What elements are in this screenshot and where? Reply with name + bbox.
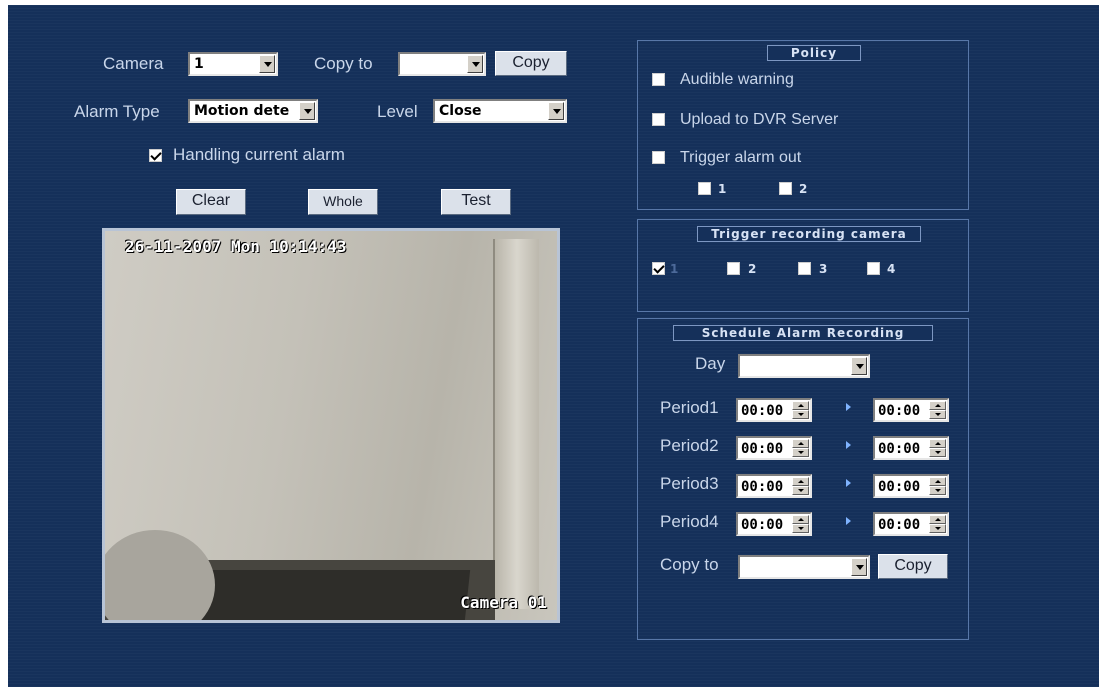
trigger-camera-1-checkbox[interactable]: [652, 262, 665, 275]
period1-label: Period1: [660, 398, 719, 417]
chevron-down-icon[interactable]: [851, 357, 867, 375]
period2-start-stepper[interactable]: 00:00: [736, 436, 812, 460]
period3-start-stepper[interactable]: 00:00: [736, 474, 812, 498]
arrow-right-icon: [846, 441, 851, 449]
trigger-alarm-out-label: Trigger alarm out: [680, 149, 802, 166]
clear-button[interactable]: Clear: [176, 189, 246, 215]
camera-preview[interactable]: 26-11-2007 Mon 10:14:43 Camera 01: [102, 228, 560, 623]
schedule-copy-to-label: Copy to: [660, 555, 719, 574]
alarm-out-1-label: 1: [718, 182, 727, 196]
spin-up-icon[interactable]: [929, 439, 946, 448]
alarm-type-select[interactable]: Motion dete: [188, 99, 318, 123]
schedule-title: Schedule Alarm Recording: [673, 325, 933, 341]
schedule-panel: Schedule Alarm Recording Day Period1 00:…: [637, 318, 969, 640]
schedule-copy-to-select[interactable]: [738, 555, 870, 579]
upload-dvr-checkbox[interactable]: [652, 113, 665, 126]
schedule-copy-button[interactable]: Copy: [878, 554, 948, 579]
audible-warning-label: Audible warning: [680, 71, 794, 88]
spin-up-icon[interactable]: [929, 401, 946, 410]
arrow-right-icon: [846, 479, 851, 487]
trigger-alarm-out-checkbox[interactable]: [652, 151, 665, 164]
alarm-type-label: Alarm Type: [74, 102, 160, 121]
policy-panel: Policy Audible warning Upload to DVR Ser…: [637, 40, 969, 210]
spin-down-icon[interactable]: [792, 448, 809, 457]
period4-end-stepper[interactable]: 00:00: [873, 512, 949, 536]
alarm-out-2-checkbox[interactable]: [779, 182, 792, 195]
preview-camera-name: Camera 01: [460, 593, 547, 612]
spin-up-icon[interactable]: [792, 515, 809, 524]
handling-alarm-label: Handling current alarm: [173, 145, 345, 164]
period2-end-stepper[interactable]: 00:00: [873, 436, 949, 460]
arrow-right-icon: [846, 403, 851, 411]
spin-up-icon[interactable]: [929, 477, 946, 486]
period3-label: Period3: [660, 474, 719, 493]
camera-select[interactable]: 1: [188, 52, 278, 76]
period1-start-stepper[interactable]: 00:00: [736, 398, 812, 422]
spin-up-icon[interactable]: [929, 515, 946, 524]
alarm-out-1-checkbox[interactable]: [698, 182, 711, 195]
trigger-camera-2-label: 2: [748, 262, 757, 276]
preview-foreground: [105, 530, 215, 620]
copy-button[interactable]: Copy: [495, 51, 567, 76]
handling-alarm-checkbox[interactable]: [149, 149, 162, 162]
preview-door-edge: [493, 239, 539, 609]
spin-up-icon[interactable]: [792, 439, 809, 448]
preview-shadow-dark: [173, 570, 471, 620]
copy-to-select[interactable]: [398, 52, 486, 76]
period2-label: Period2: [660, 436, 719, 455]
spin-up-icon[interactable]: [792, 477, 809, 486]
trigger-camera-2-checkbox[interactable]: [727, 262, 740, 275]
trigger-recording-panel: Trigger recording camera 1 2 3 4: [637, 219, 969, 312]
chevron-down-icon[interactable]: [467, 55, 483, 73]
spin-down-icon[interactable]: [929, 410, 946, 419]
level-label: Level: [377, 102, 418, 121]
preview-timestamp: 26-11-2007 Mon 10:14:43: [125, 237, 347, 256]
spin-down-icon[interactable]: [929, 486, 946, 495]
camera-label: Camera: [103, 54, 164, 73]
chevron-down-icon[interactable]: [259, 55, 275, 73]
chevron-down-icon[interactable]: [851, 558, 867, 576]
test-button[interactable]: Test: [441, 189, 511, 215]
spin-down-icon[interactable]: [929, 524, 946, 533]
audible-warning-checkbox[interactable]: [652, 73, 665, 86]
period1-end-stepper[interactable]: 00:00: [873, 398, 949, 422]
period3-end-stepper[interactable]: 00:00: [873, 474, 949, 498]
upload-dvr-label: Upload to DVR Server: [680, 111, 839, 128]
trigger-camera-4-checkbox[interactable]: [867, 262, 880, 275]
trigger-camera-3-checkbox[interactable]: [798, 262, 811, 275]
spin-down-icon[interactable]: [929, 448, 946, 457]
copy-to-label: Copy to: [314, 54, 373, 73]
trigger-recording-title: Trigger recording camera: [697, 226, 921, 242]
spin-down-icon[interactable]: [792, 486, 809, 495]
policy-title: Policy: [767, 45, 861, 61]
spin-down-icon[interactable]: [792, 524, 809, 533]
spin-up-icon[interactable]: [792, 401, 809, 410]
trigger-camera-3-label: 3: [819, 262, 828, 276]
period4-start-stepper[interactable]: 00:00: [736, 512, 812, 536]
period4-label: Period4: [660, 512, 719, 531]
day-label: Day: [695, 354, 726, 373]
day-select[interactable]: [738, 354, 870, 378]
level-select[interactable]: Close: [433, 99, 567, 123]
whole-button[interactable]: Whole: [308, 189, 378, 215]
spin-down-icon[interactable]: [792, 410, 809, 419]
alarm-out-2-label: 2: [799, 182, 808, 196]
chevron-down-icon[interactable]: [548, 102, 564, 120]
arrow-right-icon: [846, 517, 851, 525]
chevron-down-icon[interactable]: [299, 102, 315, 120]
trigger-camera-1-label: 1: [670, 262, 679, 276]
alarm-settings-screen: Camera 1 Copy to Copy Alarm Type Motion …: [8, 5, 1099, 687]
trigger-camera-4-label: 4: [887, 262, 896, 276]
